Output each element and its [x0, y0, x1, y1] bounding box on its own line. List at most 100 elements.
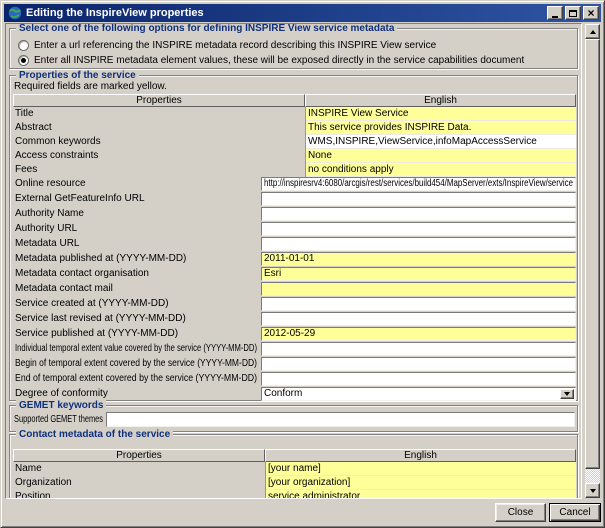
- required-fields-note: Required fields are marked yellow.: [14, 81, 577, 92]
- minimize-icon: [552, 16, 558, 18]
- property-row: Fees no conditions apply: [13, 163, 576, 177]
- scroll-up-button[interactable]: [585, 24, 600, 39]
- close-button[interactable]: Close: [495, 503, 546, 522]
- arrow-down-icon: [590, 489, 596, 493]
- property-label: Position: [15, 490, 263, 499]
- property-value-field[interactable]: [your name]: [265, 462, 576, 476]
- gemet-group: GEMET keywords Supported GEMET themes: [9, 405, 578, 432]
- property-value-field[interactable]: INSPIRE View Service: [305, 107, 576, 121]
- property-value-field[interactable]: This service provides INSPIRE Data.: [305, 121, 576, 135]
- content-panel: Select one of the following options for …: [5, 23, 582, 499]
- property-label: Title: [15, 107, 259, 121]
- property-label: Access constraints: [15, 149, 259, 163]
- property-row: Name[your name]: [13, 462, 576, 476]
- globe-icon: [8, 6, 22, 20]
- contact-table: Name[your name]Organization[your organiz…: [13, 462, 576, 499]
- options-group: Select one of the following options for …: [9, 28, 578, 69]
- property-row: Title INSPIRE View Service: [13, 107, 576, 121]
- minimize-button[interactable]: [547, 6, 563, 20]
- property-value-field[interactable]: 2011-01-01: [261, 252, 576, 266]
- property-row: Online resourcehttp://inspiresrv4:6080/a…: [13, 177, 576, 192]
- column-header-english: English: [265, 449, 576, 462]
- property-label: Begin of temporal extent covered by the …: [15, 357, 259, 371]
- property-value-field[interactable]: [261, 357, 576, 371]
- property-row: Service published at (YYYY-MM-DD)2012-05…: [13, 327, 576, 342]
- property-row: Metadata contact organisationEsri: [13, 267, 576, 282]
- close-icon: ×: [587, 8, 594, 18]
- gemet-row: Supported GEMET themes: [14, 412, 575, 427]
- property-row: Service last revised at (YYYY-MM-DD): [13, 312, 576, 327]
- property-value-field[interactable]: [261, 312, 576, 326]
- property-value-field[interactable]: None: [305, 149, 576, 163]
- scroll-down-button[interactable]: [585, 483, 600, 498]
- column-header-english: English: [305, 94, 576, 107]
- property-value-dropdown[interactable]: Conform: [261, 387, 576, 401]
- property-label: External GetFeatureInfo URL: [15, 192, 259, 206]
- property-row: External GetFeatureInfo URL: [13, 192, 576, 207]
- property-value-field[interactable]: [261, 372, 576, 386]
- property-label: Authority Name: [15, 207, 259, 221]
- contact-group-legend: Contact metadata of the service: [16, 429, 173, 440]
- property-label: Fees: [15, 163, 259, 177]
- property-row: Positionservice administrator: [13, 490, 576, 499]
- property-value-field[interactable]: Esri: [261, 267, 576, 281]
- property-label: Organization: [15, 476, 263, 490]
- property-label: Authority URL: [15, 222, 259, 236]
- radio-button-icon[interactable]: [18, 55, 29, 66]
- options-group-legend: Select one of the following options for …: [16, 23, 397, 34]
- dialog-window: Editing the InspireView properties × Sel…: [0, 0, 605, 528]
- maximize-button[interactable]: [565, 6, 581, 20]
- property-value-field[interactable]: 2012-05-29: [261, 327, 576, 341]
- property-label: Service created at (YYYY-MM-DD): [15, 297, 259, 311]
- property-label: Name: [15, 462, 263, 476]
- property-value-field[interactable]: no conditions apply: [305, 163, 576, 177]
- column-header-properties: Properties: [13, 94, 305, 107]
- chevron-down-icon: [564, 392, 570, 396]
- property-row: Common keywordsWMS,INSPIRE,ViewService,i…: [13, 135, 576, 149]
- property-value-field[interactable]: service administrator: [265, 490, 576, 499]
- property-row: Organization[your organization]: [13, 476, 576, 490]
- properties-group: Properties of the service Required field…: [9, 75, 578, 401]
- property-row: Individual temporal extent value covered…: [13, 342, 576, 357]
- property-value-field[interactable]: [your organization]: [265, 476, 576, 490]
- dropdown-button[interactable]: [560, 389, 574, 399]
- property-label: Degree of conformity: [15, 387, 259, 401]
- radio-option-label: Enter all INSPIRE metadata element value…: [34, 55, 524, 66]
- property-row: Service created at (YYYY-MM-DD): [13, 297, 576, 312]
- cancel-button[interactable]: Cancel: [549, 503, 601, 522]
- arrow-up-icon: [590, 30, 596, 34]
- property-row: Authority URL: [13, 222, 576, 237]
- radio-button-icon[interactable]: [18, 40, 29, 51]
- property-value-field[interactable]: [261, 297, 576, 311]
- property-value-field[interactable]: WMS,INSPIRE,ViewService,infoMapAccessSer…: [305, 135, 576, 149]
- properties-table-header: Properties English: [13, 94, 577, 107]
- properties-table: Title INSPIRE View ServiceAbstractThis se…: [13, 107, 576, 402]
- vertical-scrollbar[interactable]: [585, 24, 600, 498]
- radio-option-label: Enter a url referencing the INSPIRE meta…: [34, 40, 436, 51]
- radio-option-inline-metadata[interactable]: Enter all INSPIRE metadata element value…: [18, 54, 524, 67]
- property-value-field[interactable]: [261, 192, 576, 206]
- property-value-field[interactable]: [261, 222, 576, 236]
- gemet-themes-input[interactable]: [106, 412, 575, 427]
- property-value-field[interactable]: [261, 342, 576, 356]
- close-window-button[interactable]: ×: [583, 6, 599, 20]
- window-title: Editing the InspireView properties: [26, 7, 545, 19]
- property-row: Access constraints None: [13, 149, 576, 163]
- property-row: Metadata URL: [13, 237, 576, 252]
- property-value-field[interactable]: http://inspiresrv4:6080/arcgis/rest/serv…: [261, 177, 576, 191]
- property-row: End of temporal extent covered by the se…: [13, 372, 576, 387]
- scrollbar-thumb[interactable]: [585, 39, 600, 469]
- property-row: Begin of temporal extent covered by the …: [13, 357, 576, 372]
- property-value-field[interactable]: [261, 282, 576, 296]
- property-value-field[interactable]: [261, 207, 576, 221]
- radio-option-metadata-url[interactable]: Enter a url referencing the INSPIRE meta…: [18, 39, 436, 52]
- property-label: Metadata URL: [15, 237, 259, 251]
- property-label: Metadata contact organisation: [15, 267, 259, 281]
- property-label: End of temporal extent covered by the se…: [15, 372, 259, 386]
- titlebar: Editing the InspireView properties ×: [4, 4, 601, 22]
- property-value-field[interactable]: [261, 237, 576, 251]
- property-row: AbstractThis service provides INSPIRE Da…: [13, 121, 576, 135]
- contact-group: Contact metadata of the service Properti…: [9, 434, 578, 499]
- gemet-themes-label: Supported GEMET themes: [14, 412, 105, 427]
- property-row: Authority Name: [13, 207, 576, 222]
